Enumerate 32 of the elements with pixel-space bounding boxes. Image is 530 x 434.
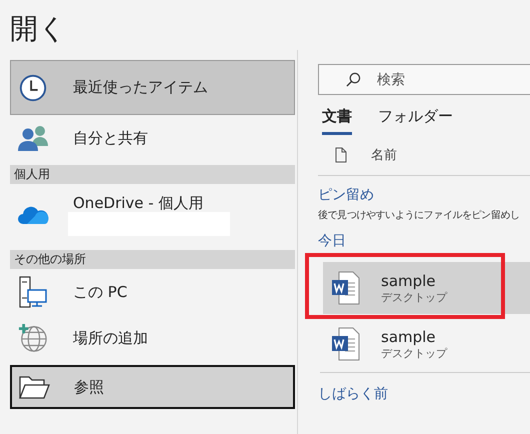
section-title: しばらく前 bbox=[318, 385, 389, 403]
nav-item[interactable]: この PC bbox=[10, 269, 295, 315]
file-icon bbox=[335, 147, 347, 163]
file-name: sample bbox=[381, 272, 437, 290]
document-icon bbox=[331, 327, 361, 361]
file-location: デスクトップ bbox=[381, 290, 447, 304]
section-header: その他の場所 bbox=[10, 250, 295, 269]
document-icon bbox=[331, 271, 361, 305]
computer-icon bbox=[17, 276, 49, 308]
search-field[interactable]: 検索 bbox=[318, 64, 530, 95]
clock-icon bbox=[17, 72, 49, 102]
nav-item[interactable]: OneDrive - 個人用 bbox=[10, 184, 295, 246]
nav-item[interactable]: 参照 bbox=[10, 365, 295, 409]
nav-item[interactable]: 場所の追加 bbox=[10, 315, 295, 361]
globe-icon bbox=[17, 323, 49, 353]
file-item[interactable]: sample デスクトップ bbox=[323, 318, 530, 370]
section-title: 今日 bbox=[318, 232, 347, 250]
description-text: 後で見つけやすいようにファイルをピン留めし bbox=[318, 209, 521, 222]
tab[interactable]: 文書 bbox=[322, 103, 352, 135]
people-icon bbox=[17, 124, 49, 152]
nav-item[interactable]: 自分と共有 bbox=[10, 115, 295, 161]
section-header: 個人用 bbox=[10, 165, 295, 184]
tab[interactable]: フォルダー bbox=[378, 103, 453, 135]
folder-icon bbox=[18, 374, 50, 400]
nav-item[interactable]: 最近使ったアイテム bbox=[10, 60, 295, 115]
column-header[interactable]: 名前 bbox=[371, 146, 397, 164]
cloud-icon bbox=[17, 204, 49, 226]
file-name: sample bbox=[381, 328, 437, 346]
page-title: 開く bbox=[9, 11, 68, 47]
file-item[interactable]: sample デスクトップ bbox=[323, 262, 530, 314]
section-title: ピン留め bbox=[318, 186, 375, 204]
file-location: デスクトップ bbox=[381, 346, 447, 360]
